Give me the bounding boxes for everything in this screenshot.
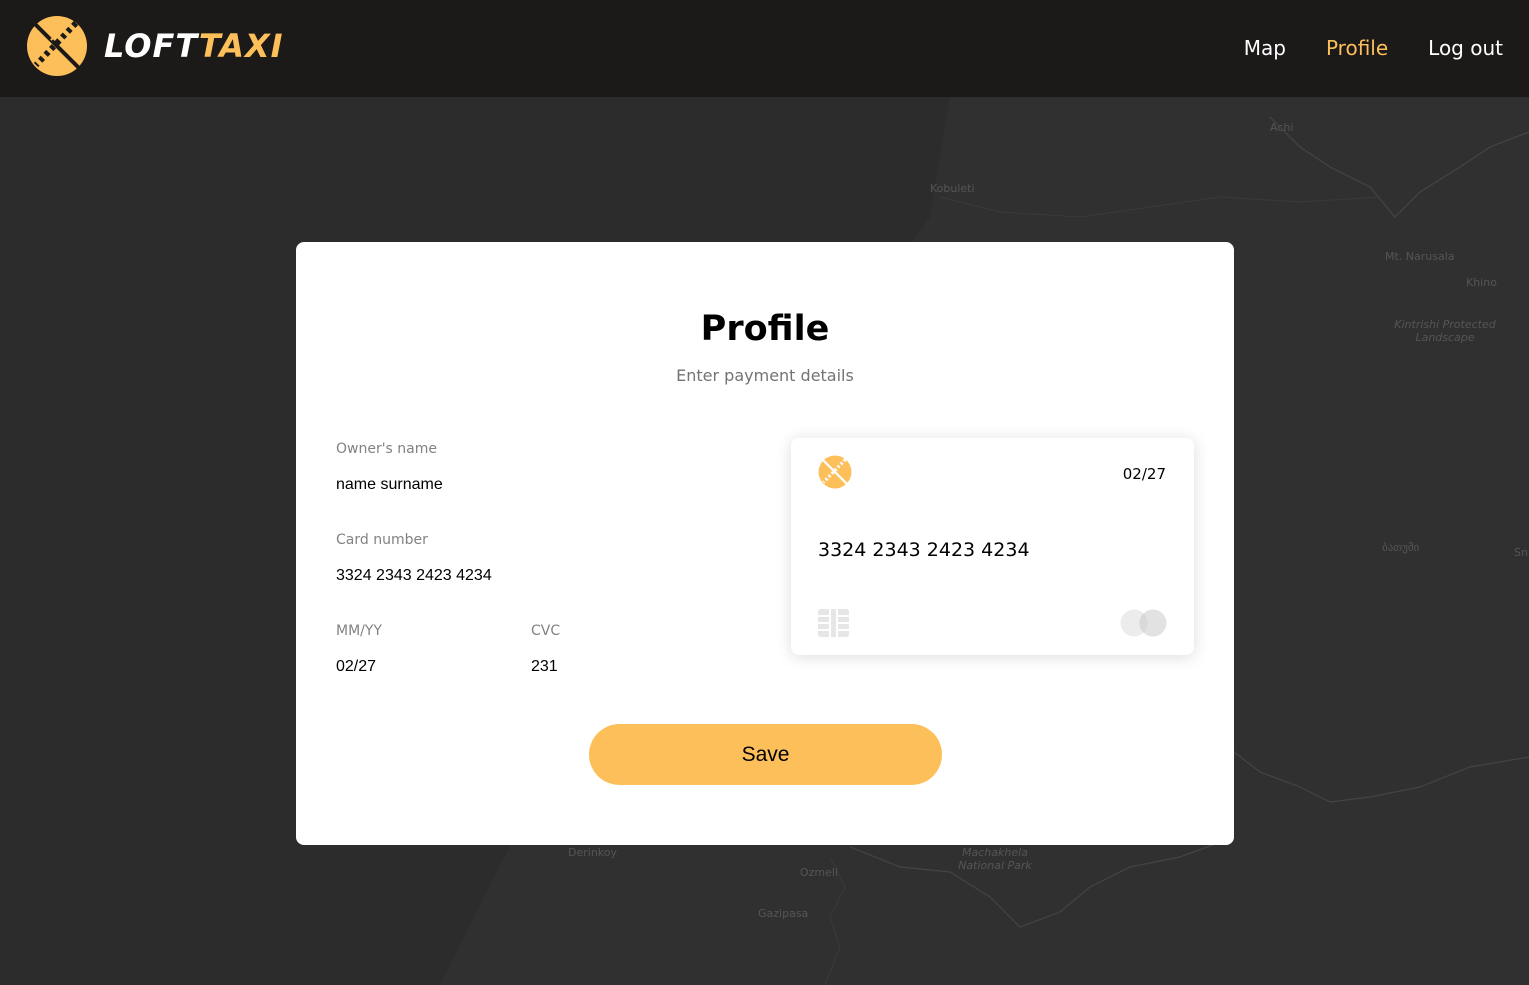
main-nav: Map Profile Log out bbox=[1244, 34, 1503, 62]
map-label: Gazipasa bbox=[758, 907, 809, 920]
profile-modal: Profile Enter payment details Owner's na… bbox=[296, 242, 1234, 845]
map-label: Machakhela National Park bbox=[958, 846, 1032, 872]
logo-text-loft: LOFT bbox=[104, 27, 199, 65]
cvc-input[interactable] bbox=[531, 657, 691, 677]
logo-text-taxi: TAXI bbox=[198, 27, 284, 65]
card-preview: 02/27 3324 2343 2423 4234 bbox=[791, 438, 1194, 655]
expiry-input[interactable] bbox=[336, 657, 496, 677]
map-label: Achi bbox=[1270, 121, 1294, 134]
map-label: Sn bbox=[1514, 546, 1528, 559]
cvc-label: CVC bbox=[531, 623, 561, 639]
card-number-input[interactable] bbox=[336, 566, 736, 586]
loft-taxi-logo-icon bbox=[818, 455, 852, 489]
logo-text: LOFTTAXI bbox=[104, 30, 284, 62]
owner-name-input[interactable] bbox=[336, 475, 736, 495]
mastercard-icon bbox=[1120, 609, 1167, 637]
card-expiry: 02/27 bbox=[1122, 465, 1166, 483]
card-number-display: 3324 2343 2423 4234 bbox=[818, 539, 1030, 561]
page-subtitle: Enter payment details bbox=[676, 366, 854, 385]
expiry-label: MM/YY bbox=[336, 623, 382, 639]
card-chip-icon bbox=[818, 609, 849, 637]
map-label: Khino bbox=[1466, 276, 1497, 289]
loft-taxi-logo-icon bbox=[27, 16, 87, 76]
map-label: Mt. Narusala bbox=[1385, 250, 1455, 263]
owner-name-label: Owner's name bbox=[336, 441, 438, 457]
logo[interactable]: LOFTTAXI bbox=[26, 15, 284, 77]
map-label: Ozmeli bbox=[800, 866, 839, 879]
save-button[interactable]: Save bbox=[589, 724, 942, 785]
map-label: Derinkoy bbox=[568, 846, 618, 859]
map-label: Kintrishi Protected Landscape bbox=[1394, 318, 1496, 344]
nav-link-profile[interactable]: Profile bbox=[1326, 34, 1388, 62]
app-header: LOFTTAXI Map Profile Log out bbox=[0, 0, 1529, 97]
card-number-label: Card number bbox=[336, 532, 428, 548]
nav-link-logout[interactable]: Log out bbox=[1428, 34, 1503, 62]
page-title: Profile bbox=[700, 309, 830, 349]
map-label: Kobuleti bbox=[930, 182, 975, 195]
nav-link-map[interactable]: Map bbox=[1244, 34, 1286, 62]
map-label: ბათუმი bbox=[1382, 541, 1420, 554]
